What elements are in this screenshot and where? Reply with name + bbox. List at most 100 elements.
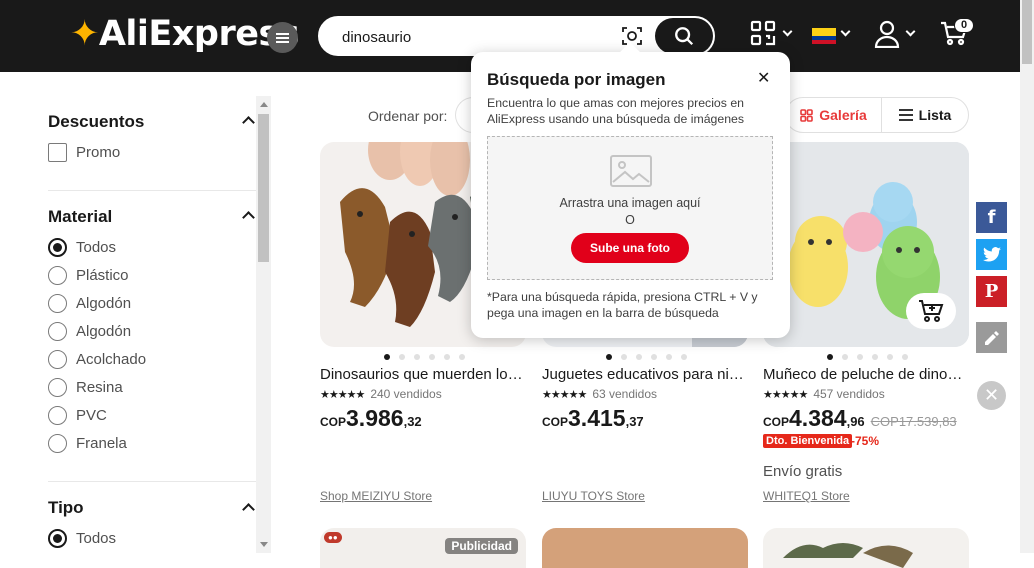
- filter-option-promo[interactable]: Promo: [48, 143, 120, 162]
- page-scrollbar[interactable]: [1020, 0, 1034, 553]
- discount-percentage: -75%: [851, 434, 880, 448]
- search-input[interactable]: [342, 26, 612, 48]
- twitter-icon: [982, 247, 1001, 262]
- product-card[interactable]: ●● Publicidad: [320, 528, 526, 568]
- star-rating-icon: ★★★★★: [542, 388, 587, 401]
- product-price: COP4.384,96 COP17.539,83: [763, 405, 957, 431]
- qr-code-icon[interactable]: [750, 20, 776, 46]
- filter-option-material[interactable]: Plástico: [48, 266, 129, 285]
- radio[interactable]: [48, 266, 67, 285]
- colombia-flag-icon[interactable]: [812, 28, 836, 44]
- image-carousel-dots[interactable]: [827, 354, 908, 360]
- product-card[interactable]: [763, 528, 969, 568]
- filter-option-material[interactable]: Resina: [48, 378, 123, 397]
- divider: [48, 481, 256, 482]
- filter-option-material[interactable]: Acolchado: [48, 350, 146, 369]
- chevron-down-icon: [782, 26, 793, 37]
- list-icon: [898, 109, 913, 121]
- categories-menu-button[interactable]: [267, 22, 298, 53]
- brand-logo: ●●: [324, 532, 342, 543]
- product-price: COP3.986,32: [320, 405, 422, 431]
- radio[interactable]: [48, 294, 67, 313]
- sort-label: Ordenar por:: [368, 108, 448, 124]
- filter-option-material[interactable]: Franela: [48, 434, 127, 453]
- filter-option-material[interactable]: Algodón: [48, 294, 131, 313]
- chevron-down-icon: [840, 26, 851, 37]
- welcome-discount-badge: Dto. Bienvenida: [763, 434, 853, 448]
- add-cart-icon: [919, 300, 944, 322]
- popup-close-button[interactable]: ✕: [757, 68, 770, 88]
- product-rating: ★★★★★ 63 vendidos: [542, 387, 658, 401]
- close-social-button[interactable]: ✕: [977, 381, 1006, 410]
- product-rating: ★★★★★ 240 vendidos: [320, 387, 442, 401]
- product-price: COP3.415,37: [542, 405, 644, 431]
- filter-option-material[interactable]: Algodón: [48, 322, 131, 341]
- product-card[interactable]: [542, 528, 748, 568]
- original-price: COP17.539,83: [870, 414, 957, 429]
- chevron-up-icon[interactable]: [242, 503, 255, 516]
- image-dropzone[interactable]: Arrastra una imagen aquí O Sube una foto: [487, 136, 773, 280]
- close-icon: ✕: [983, 385, 1000, 405]
- popup-title: Búsqueda por imagen: [487, 70, 666, 89]
- menu-icon: [276, 36, 289, 39]
- search-icon: [675, 27, 694, 46]
- radio[interactable]: [48, 378, 67, 397]
- scroll-down-arrow-icon[interactable]: [260, 542, 268, 547]
- scrollbar-thumb[interactable]: [1022, 0, 1032, 64]
- radio[interactable]: [48, 434, 67, 453]
- radio[interactable]: [48, 322, 67, 341]
- dinosaur-figures-image: [783, 543, 913, 568]
- store-link[interactable]: WHITEQ1 Store: [763, 489, 850, 503]
- view-toggle: Galería Lista: [785, 97, 969, 133]
- product-title[interactable]: Juguetes educativos para niños dinosauri…: [542, 366, 746, 383]
- filter-title-descuentos: Descuentos: [48, 112, 145, 131]
- filter-option-tipo[interactable]: Todos: [48, 529, 116, 548]
- scroll-up-arrow-icon[interactable]: [260, 102, 268, 107]
- product-rating: ★★★★★ 457 vendidos: [763, 387, 885, 401]
- checkbox[interactable]: [48, 143, 67, 162]
- pinterest-share-button[interactable]: P: [976, 276, 1007, 307]
- aliexpress-logo[interactable]: ✦AliExpress: [70, 14, 300, 54]
- radio-selected[interactable]: [48, 529, 67, 548]
- chevron-down-icon: [905, 26, 916, 37]
- store-link[interactable]: LIUYU TOYS Store: [542, 489, 645, 503]
- chevron-up-icon[interactable]: [242, 116, 255, 129]
- twitter-share-button[interactable]: [976, 239, 1007, 270]
- filter-title-tipo: Tipo: [48, 498, 84, 517]
- search-button[interactable]: [655, 18, 713, 54]
- facebook-share-button[interactable]: f: [976, 202, 1007, 233]
- divider: [48, 190, 256, 191]
- image-carousel-dots[interactable]: [606, 354, 687, 360]
- close-icon: ✕: [757, 70, 771, 87]
- user-account-icon[interactable]: [874, 20, 900, 48]
- filter-option-material[interactable]: PVC: [48, 406, 107, 425]
- star-rating-icon: ★★★★★: [763, 388, 808, 401]
- filter-option-material[interactable]: Todos: [48, 238, 116, 257]
- image-carousel-dots[interactable]: [384, 354, 465, 360]
- edit-icon: [984, 330, 999, 345]
- ad-label: Publicidad: [445, 538, 518, 554]
- drop-instruction: Arrastra una imagen aquí: [559, 196, 701, 210]
- upload-photo-button[interactable]: Sube una foto: [571, 233, 689, 263]
- facebook-icon: f: [987, 207, 996, 228]
- store-link[interactable]: Shop MEIZIYU Store: [320, 489, 432, 503]
- chevron-up-icon[interactable]: [242, 211, 255, 224]
- radio-selected[interactable]: [48, 238, 67, 257]
- sidebar-scrollbar[interactable]: [256, 96, 271, 553]
- free-shipping-label: Envío gratis: [763, 463, 843, 480]
- pinterest-icon: P: [984, 281, 999, 302]
- gallery-view-button[interactable]: Galería: [786, 98, 882, 132]
- radio[interactable]: [48, 350, 67, 369]
- search-bar: [318, 16, 715, 56]
- product-title[interactable]: Muñeco de peluche de dinosaurio: [763, 366, 967, 383]
- scrollbar-thumb[interactable]: [258, 114, 269, 262]
- add-to-cart-button[interactable]: [906, 293, 956, 329]
- product-title[interactable]: Dinosaurios que muerden los dedos: [320, 366, 524, 383]
- grid-icon: [800, 108, 814, 122]
- radio[interactable]: [48, 406, 67, 425]
- filter-title-material: Material: [48, 207, 113, 226]
- cart-count-badge: 0: [954, 18, 975, 33]
- or-separator: O: [625, 213, 635, 227]
- list-view-button[interactable]: Lista: [882, 98, 968, 132]
- edit-button[interactable]: [976, 322, 1007, 353]
